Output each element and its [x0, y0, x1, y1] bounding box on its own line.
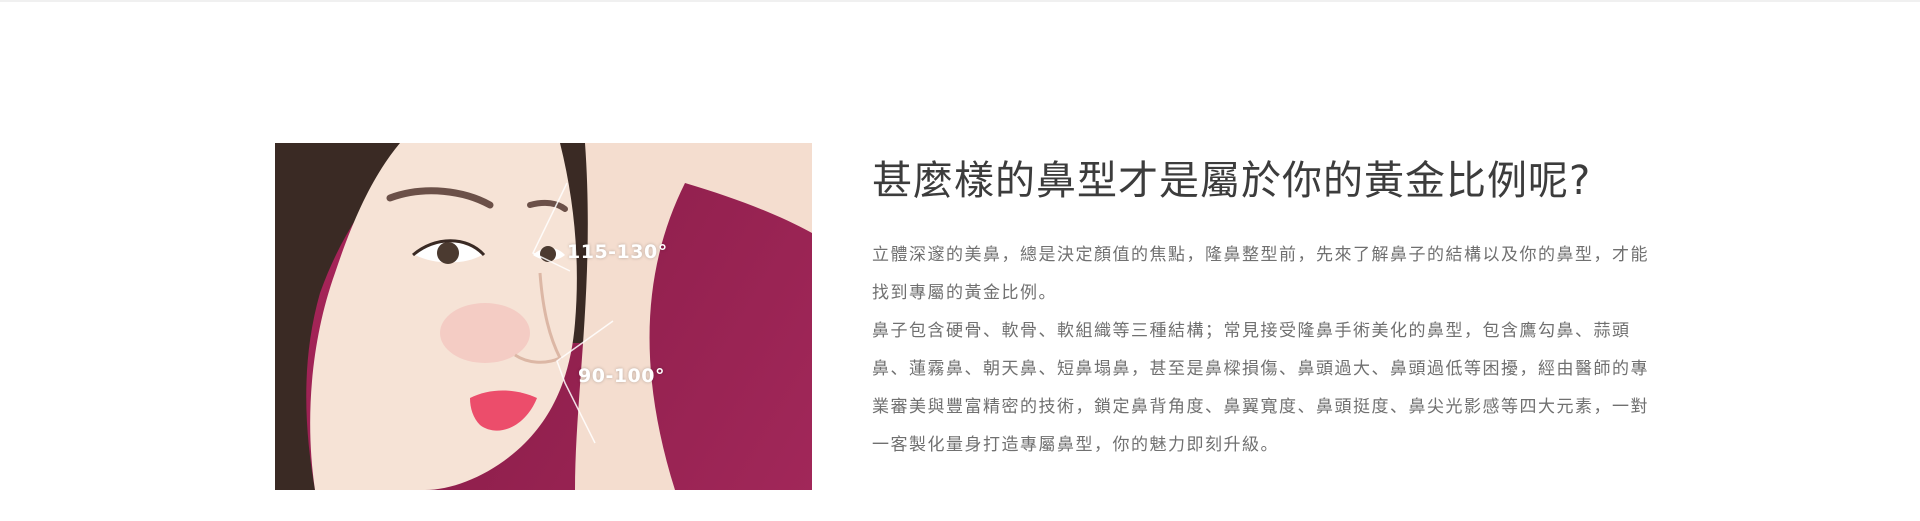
paragraph-details: 鼻子包含硬骨、軟骨、軟組織等三種結構；常見接受隆鼻手術美化的鼻型，包含鷹勾鼻、蒜… — [872, 321, 1649, 455]
article-body: 立體深邃的美鼻，總是決定顏值的焦點，隆鼻整型前，先來了解鼻子的結構以及你的鼻型，… — [872, 236, 1652, 464]
article-headline: 甚麼樣的鼻型才是屬於你的黃金比例呢? — [872, 158, 1592, 204]
upper-angle-label: 115-130° — [567, 241, 668, 263]
face-illustration — [275, 143, 812, 490]
top-divider — [0, 0, 1920, 2]
paragraph-intro: 立體深邃的美鼻，總是決定顏值的焦點，隆鼻整型前，先來了解鼻子的結構以及你的鼻型，… — [872, 245, 1649, 303]
lower-angle-label: 90-100° — [578, 365, 665, 387]
nose-profile-photo: 115-130° 90-100° — [275, 143, 812, 490]
article-content: 甚麼樣的鼻型才是屬於你的黃金比例呢? 立體深邃的美鼻，總是決定顏值的焦點，隆鼻整… — [872, 156, 1652, 464]
